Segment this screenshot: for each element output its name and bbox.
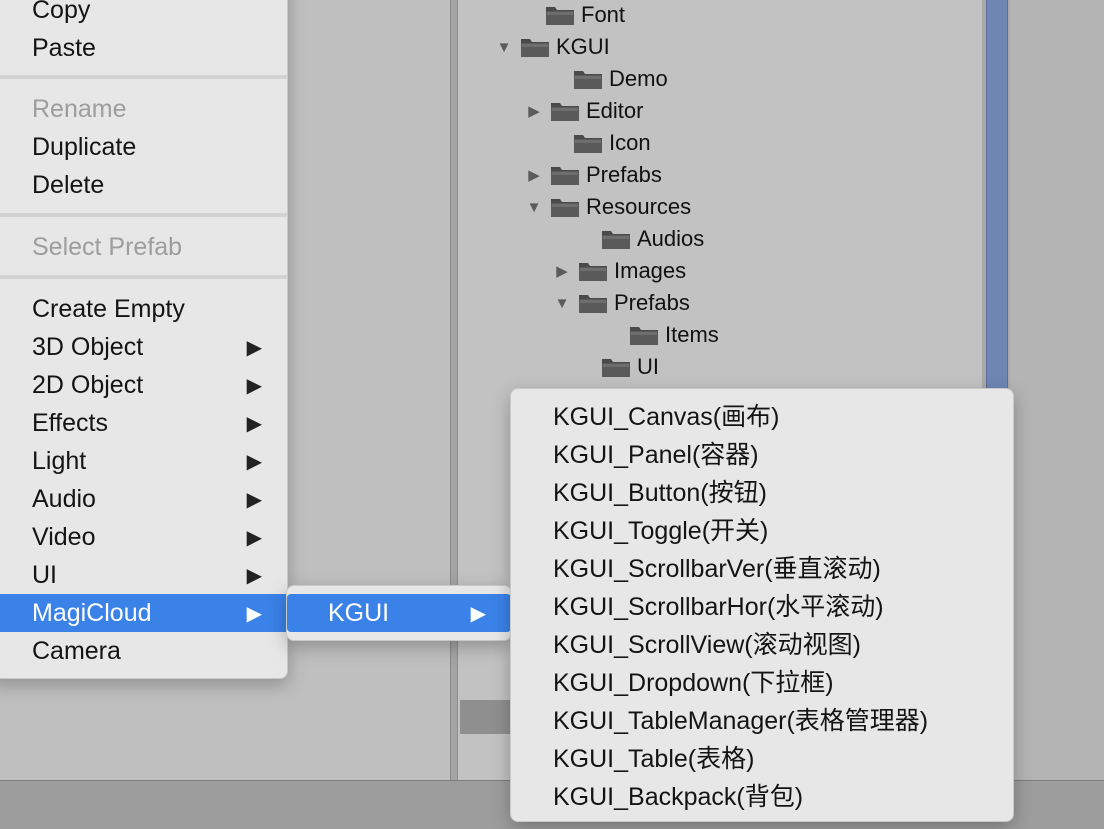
menu-item-audio[interactable]: Audio ▶ (0, 480, 287, 518)
menu-item-3d-object[interactable]: 3D Object ▶ (0, 328, 287, 366)
project-folder-row[interactable]: ▶ Editor (524, 96, 643, 126)
folder-icon (601, 356, 631, 378)
project-folder-row[interactable]: ▶ Images (552, 256, 686, 286)
folder-icon (629, 324, 659, 346)
submenu-arrow-icon: ▶ (246, 602, 262, 625)
project-folder-row[interactable]: ▼ Resources (524, 192, 692, 222)
submenu-arrow-icon: ▶ (246, 526, 262, 549)
context-menu: Copy Paste Rename Duplicate Delete Selec… (0, 0, 288, 679)
folder-label: Prefabs (586, 162, 662, 187)
menu-item-kgui-table-manager[interactable]: KGUI_TableManager(表格管理器) (511, 700, 1013, 738)
project-folder-row[interactable]: Font (545, 0, 625, 30)
collapsed-triangle-icon[interactable]: ▶ (524, 101, 544, 121)
menu-item-rename: Rename (32, 94, 127, 123)
folder-icon (573, 132, 603, 154)
folder-label: Editor (586, 98, 644, 123)
folder-icon (578, 260, 608, 282)
collapsed-triangle-icon[interactable]: ▶ (524, 165, 544, 185)
menu-item-delete[interactable]: Delete (0, 166, 287, 204)
folder-icon (545, 4, 575, 26)
folder-icon (573, 68, 603, 90)
folder-icon (550, 196, 580, 218)
project-folder-row[interactable]: Demo (573, 64, 668, 94)
collapsed-triangle-icon[interactable]: ▶ (552, 261, 572, 281)
folder-icon (578, 292, 608, 314)
menu-item-light[interactable]: Light ▶ (0, 442, 287, 480)
folder-icon (550, 100, 580, 122)
submenu-arrow-icon: ▶ (246, 450, 262, 473)
menu-item-kgui-dropdown[interactable]: KGUI_Dropdown(下拉框) (511, 662, 1013, 700)
folder-label: Audios (637, 226, 705, 251)
folder-label: KGUI (556, 34, 610, 59)
submenu-arrow-icon: ▶ (246, 488, 262, 511)
folder-label: Items (665, 322, 719, 347)
folder-icon (520, 36, 550, 58)
menu-item-2d-object[interactable]: 2D Object ▶ (0, 366, 287, 404)
menu-item-effects[interactable]: Effects ▶ (0, 404, 287, 442)
kgui-submenu: KGUI_Canvas(画布) KGUI_Panel(容器) KGUI_Butt… (510, 388, 1014, 822)
submenu-arrow-icon: ▶ (246, 412, 262, 435)
folder-label: Resources (586, 194, 692, 219)
menu-item-select-prefab: Select Prefab (32, 232, 183, 261)
folder-label: Demo (609, 66, 668, 91)
menu-item-kgui-panel[interactable]: KGUI_Panel(容器) (511, 434, 1013, 472)
menu-item-kgui-button[interactable]: KGUI_Button(按钮) (511, 472, 1013, 510)
project-folder-row[interactable]: UI (601, 352, 659, 382)
project-folder-row[interactable]: ▶ Prefabs (524, 160, 662, 190)
folder-label: Font (581, 2, 626, 27)
folder-icon (550, 164, 580, 186)
submenu-arrow-icon: ▶ (470, 602, 486, 625)
expanded-triangle-icon[interactable]: ▼ (552, 293, 572, 313)
menu-item-ui[interactable]: UI ▶ (0, 556, 287, 594)
menu-item-magicloud[interactable]: MagiCloud ▶ (0, 594, 287, 632)
folder-label: Icon (609, 130, 651, 155)
menu-item-kgui-canvas[interactable]: KGUI_Canvas(画布) (511, 396, 1013, 434)
menu-separator (0, 275, 287, 279)
magicloud-submenu: KGUI ▶ (286, 585, 512, 641)
menu-item-kgui-table[interactable]: KGUI_Table(表格) (511, 738, 1013, 776)
project-folder-row[interactable]: Items (629, 320, 719, 350)
folder-label: UI (637, 354, 659, 379)
submenu-arrow-icon: ▶ (246, 336, 262, 359)
menu-item-kgui[interactable]: KGUI ▶ (287, 594, 511, 632)
project-folder-row[interactable]: Icon (573, 128, 651, 158)
menu-item-kgui-toggle[interactable]: KGUI_Toggle(开关) (511, 510, 1013, 548)
expanded-triangle-icon[interactable]: ▼ (494, 37, 514, 57)
submenu-arrow-icon: ▶ (246, 374, 262, 397)
menu-item-camera[interactable]: Camera (0, 632, 287, 670)
menu-separator (0, 75, 287, 79)
folder-icon (601, 228, 631, 250)
menu-item-paste[interactable]: Paste (0, 29, 287, 67)
folder-label: Images (614, 258, 687, 283)
folder-label: Prefabs (614, 290, 690, 315)
menu-item-kgui-scrollbar-hor[interactable]: KGUI_ScrollbarHor(水平滚动) (511, 586, 1013, 624)
menu-item-duplicate[interactable]: Duplicate (0, 128, 287, 166)
menu-separator (0, 213, 287, 217)
menu-item-create-empty[interactable]: Create Empty (0, 290, 287, 328)
expanded-triangle-icon[interactable]: ▼ (524, 197, 544, 217)
menu-item-kgui-scrollview[interactable]: KGUI_ScrollView(滚动视图) (511, 624, 1013, 662)
project-folder-row[interactable]: ▼ KGUI (494, 32, 610, 62)
project-folder-row[interactable]: Audios (601, 224, 704, 254)
project-folder-row[interactable]: ▼ Prefabs (552, 288, 690, 318)
menu-item-kgui-scrollbar-ver[interactable]: KGUI_ScrollbarVer(垂直滚动) (511, 548, 1013, 586)
submenu-arrow-icon: ▶ (246, 564, 262, 587)
menu-item-copy[interactable]: Copy (0, 0, 287, 29)
menu-item-kgui-backpack[interactable]: KGUI_Backpack(背包) (511, 776, 1013, 814)
menu-item-video[interactable]: Video ▶ (0, 518, 287, 556)
